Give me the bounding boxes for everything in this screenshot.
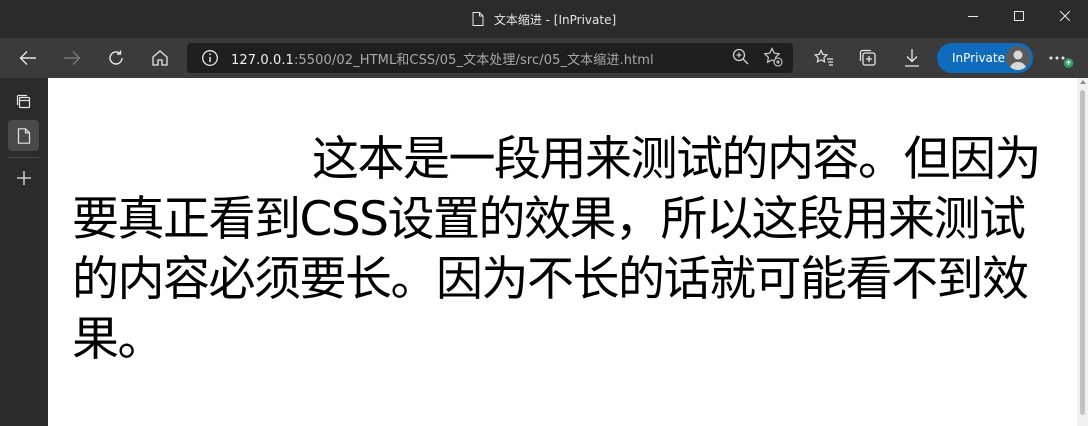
- indented-paragraph: 这本是一段用来测试的内容。但因为要真正看到CSS设置的效果，所以这段用来测试的内…: [72, 132, 1042, 367]
- collections-icon: [859, 49, 876, 66]
- favorites-icon: [814, 49, 833, 66]
- tab-actions-button[interactable]: [8, 86, 39, 117]
- url-host: 127.0.0.1: [231, 52, 294, 68]
- inprivate-label: InPrivate: [952, 51, 1005, 65]
- avatar: [1006, 46, 1030, 70]
- inprivate-button[interactable]: InPrivate: [937, 43, 1033, 73]
- title-bar: 文本缩进 - [InPrivate]: [0, 0, 1088, 38]
- zoom-icon[interactable]: [731, 47, 751, 67]
- downloads-icon: [905, 49, 919, 67]
- window-controls: [950, 0, 1088, 32]
- collections-button[interactable]: [853, 43, 883, 73]
- add-favorite-icon[interactable]: [763, 47, 783, 67]
- address-bar-actions: [731, 47, 783, 67]
- address-bar[interactable]: 127.0.0.1:5500/02_HTML和CSS/05_文本处理/src/0…: [187, 43, 793, 73]
- tab-actions-icon: [16, 94, 30, 108]
- window-title-group: 文本缩进 - [InPrivate]: [472, 11, 616, 28]
- vertical-scrollbar[interactable]: [1077, 78, 1088, 426]
- window-title: 文本缩进 - [InPrivate]: [493, 12, 617, 27]
- more-button[interactable]: [1045, 43, 1075, 73]
- url-text[interactable]: 127.0.0.1:5500/02_HTML和CSS/05_文本处理/src/0…: [231, 49, 654, 68]
- close-button[interactable]: [1042, 0, 1088, 32]
- page-content: 这本是一段用来测试的内容。但因为要真正看到CSS设置的效果，所以这段用来测试的内…: [48, 78, 1077, 426]
- page-tab-icon: [17, 127, 30, 144]
- refresh-button[interactable]: [101, 43, 131, 73]
- new-tab-button[interactable]: [8, 162, 39, 193]
- downloads-button[interactable]: [897, 43, 927, 73]
- forward-button[interactable]: [57, 43, 87, 73]
- page-icon: [472, 12, 484, 26]
- scroll-up-arrow-icon[interactable]: [1080, 80, 1086, 84]
- url-path: :5500/02_HTML和CSS/05_文本处理/src/05_文本缩进.ht…: [293, 52, 654, 68]
- maximize-button[interactable]: [996, 0, 1042, 32]
- new-tab-icon: [16, 170, 31, 185]
- home-button[interactable]: [145, 43, 175, 73]
- profile-icon: [1006, 46, 1030, 70]
- sidebar-divider: [8, 157, 39, 158]
- back-arrow-icon: [19, 51, 36, 65]
- more-icon: [1049, 56, 1074, 68]
- scroll-thumb[interactable]: [1080, 90, 1085, 415]
- sidebar-tab-current[interactable]: [8, 120, 39, 151]
- home-icon: [152, 50, 168, 66]
- close-icon: [1060, 11, 1070, 21]
- info-icon[interactable]: [201, 49, 219, 67]
- forward-arrow-icon: [64, 51, 81, 65]
- back-button[interactable]: [13, 43, 43, 73]
- browser-toolbar: 127.0.0.1:5500/02_HTML和CSS/05_文本处理/src/0…: [0, 38, 1088, 78]
- maximize-icon: [1014, 11, 1024, 21]
- minimize-button[interactable]: [950, 0, 996, 32]
- minimize-icon: [968, 16, 978, 17]
- refresh-icon: [109, 50, 123, 65]
- vertical-tabs-sidebar: [0, 78, 48, 426]
- favorites-button[interactable]: [809, 43, 839, 73]
